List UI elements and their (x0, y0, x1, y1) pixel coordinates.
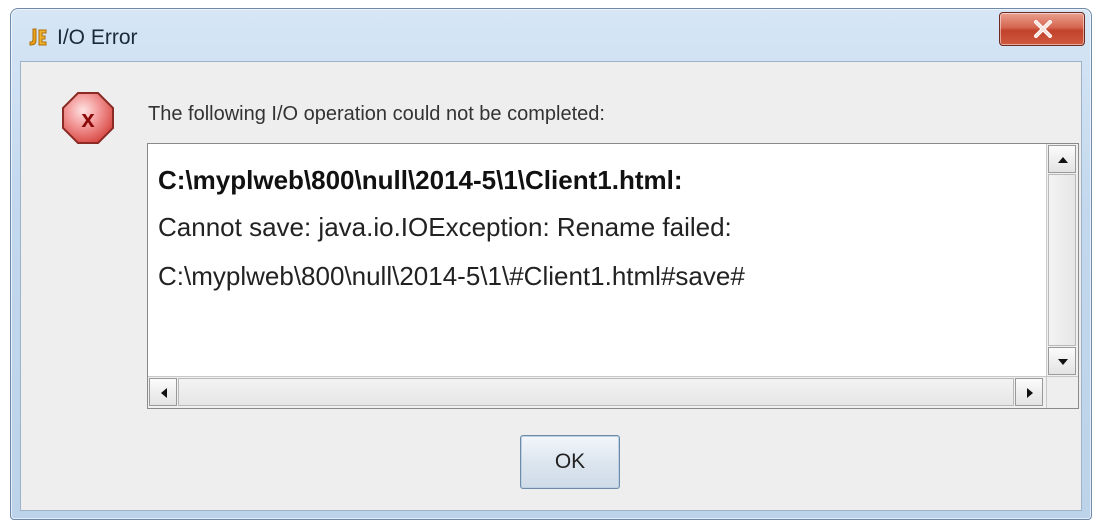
horizontal-scroll-thumb[interactable] (178, 378, 1014, 406)
scroll-up-button[interactable] (1048, 145, 1076, 173)
ok-button[interactable]: OK (520, 435, 620, 489)
details-scroll-pane[interactable]: C:\myplweb\800\null\2014-5\1\Client1.htm… (147, 143, 1079, 409)
details-path-line: C:\myplweb\800\null\2014-5\1\Client1.htm… (158, 165, 683, 195)
error-icon: x (60, 90, 116, 146)
error-message-label: The following I/O operation could not be… (148, 103, 605, 125)
arrow-up-icon (1058, 157, 1068, 163)
dialog-content: x The following I/O operation could not … (20, 61, 1082, 511)
title-bar[interactable]: I/O Error (11, 9, 1091, 61)
arrow-down-icon (1058, 359, 1068, 365)
vertical-scroll-thumb[interactable] (1048, 174, 1076, 346)
svg-text:x: x (81, 106, 95, 133)
close-icon (1034, 20, 1052, 38)
dialog-window: I/O Error x The following I/O operation … (10, 8, 1092, 520)
window-title: I/O Error (57, 26, 138, 49)
horizontal-scrollbar[interactable] (148, 376, 1046, 408)
arrow-left-icon (161, 388, 167, 398)
details-text-area[interactable]: C:\myplweb\800\null\2014-5\1\Client1.htm… (148, 144, 1046, 376)
scrollbar-corner (1046, 376, 1078, 408)
java-icon (27, 26, 49, 48)
details-target-line: C:\myplweb\800\null\2014-5\1\#Client1.ht… (158, 261, 745, 291)
arrow-right-icon (1027, 388, 1033, 398)
details-error-line: Cannot save: java.io.IOException: Rename… (158, 212, 732, 242)
close-button[interactable] (999, 12, 1085, 46)
scroll-left-button[interactable] (149, 378, 177, 406)
scroll-right-button[interactable] (1015, 378, 1043, 406)
vertical-scrollbar[interactable] (1046, 144, 1078, 376)
scroll-down-button[interactable] (1048, 347, 1076, 375)
